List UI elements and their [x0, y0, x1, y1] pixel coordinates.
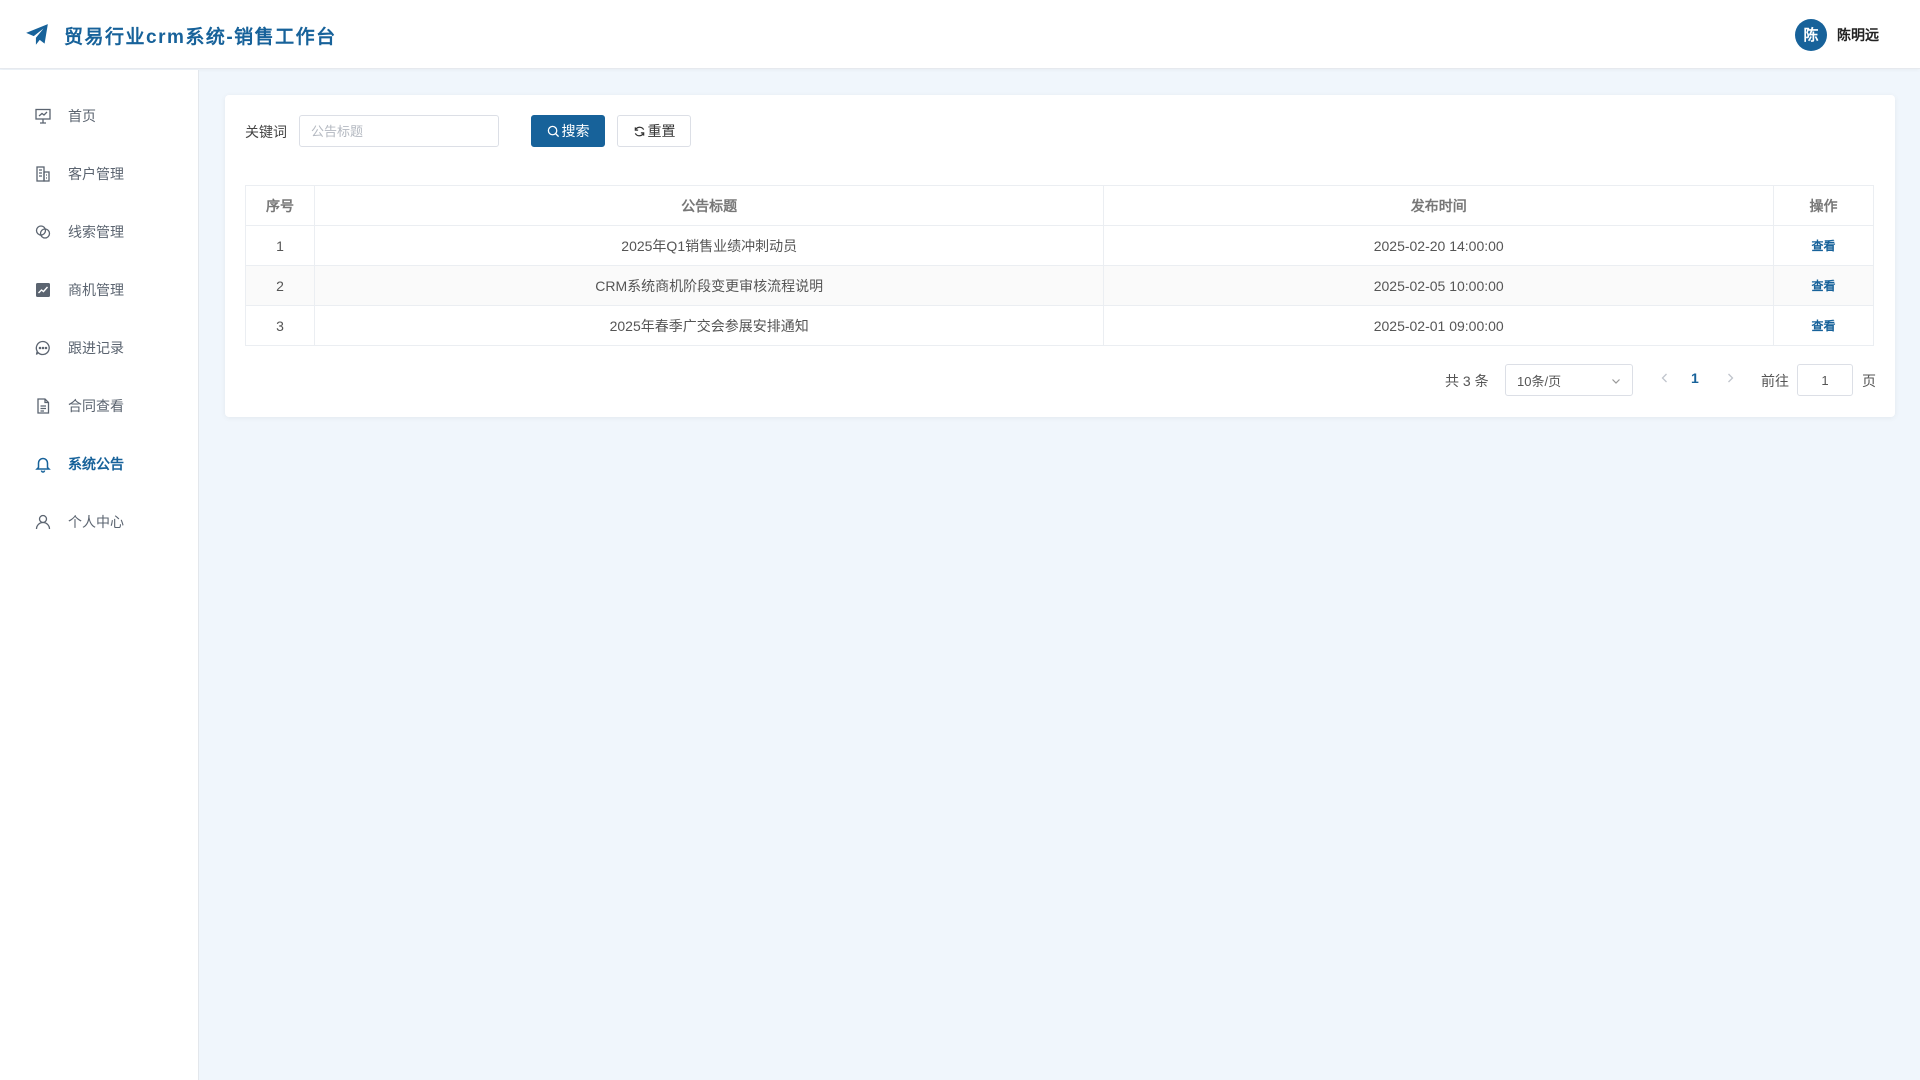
row-index: 1 — [245, 225, 315, 266]
table-row: 3 2025年春季广交会参展安排通知 2025-02-01 09:00:00 查… — [245, 305, 1874, 346]
chat-icon — [35, 340, 50, 356]
row-action-cell: 查看 — [1773, 305, 1874, 346]
document-icon — [37, 398, 50, 414]
keyword-label: 关键词 — [245, 124, 287, 140]
app-title: 贸易行业crm系统-销售工作台 — [64, 26, 337, 48]
sidebar-item-contracts[interactable]: 合同查看 — [0, 386, 199, 426]
sidebar-item-opportunities[interactable]: 商机管理 — [0, 270, 199, 310]
header-action: 操作 — [1773, 185, 1874, 226]
sidebar-item-label: 系统公告 — [68, 456, 124, 472]
paper-plane-icon — [26, 24, 48, 45]
reset-button[interactable]: 重置 — [617, 115, 691, 147]
bell-icon — [35, 457, 51, 473]
header-index: 序号 — [245, 185, 315, 226]
building-icon — [36, 166, 50, 182]
view-link[interactable]: 查看 — [1812, 279, 1836, 293]
sidebar-item-label: 合同查看 — [68, 398, 124, 414]
avatar[interactable]: 陈 — [1795, 18, 1827, 51]
view-link[interactable]: 查看 — [1812, 239, 1836, 253]
row-time: 2025-02-05 10:00:00 — [1103, 265, 1775, 306]
page-size-value: 10条/页 — [1517, 373, 1562, 389]
page-number-current[interactable]: 1 — [1691, 370, 1699, 386]
sidebar-item-label: 跟进记录 — [68, 340, 124, 356]
chart-icon — [36, 283, 50, 297]
row-time: 2025-02-01 09:00:00 — [1103, 305, 1775, 346]
announcement-table: 序号 公告标题 发布时间 操作 1 2025年Q1销售业绩冲刺动员 2025-0… — [245, 185, 1874, 346]
chevron-down-icon — [1612, 379, 1620, 384]
header-time: 发布时间 — [1103, 185, 1775, 226]
row-title: CRM系统商机阶段变更审核流程说明 — [313, 265, 1105, 306]
sidebar-item-leads[interactable]: 线索管理 — [0, 212, 199, 252]
sidebar-item-customers[interactable]: 客户管理 — [0, 154, 199, 194]
row-time: 2025-02-20 14:00:00 — [1103, 225, 1775, 266]
pagination-total: 共 3 条 — [1445, 373, 1489, 389]
view-link[interactable]: 查看 — [1812, 319, 1836, 333]
sidebar: 首页 客户管理 线索管理 商机管理 跟进记录 合同查看 系统公告 个人中心 — [0, 70, 199, 1080]
table-row: 1 2025年Q1销售业绩冲刺动员 2025-02-20 14:00:00 查看 — [245, 225, 1874, 266]
sidebar-item-label: 商机管理 — [68, 282, 124, 298]
row-index: 2 — [245, 265, 315, 306]
user-menu[interactable]: 陈 陈明远 — [1795, 18, 1879, 51]
header-title: 公告标题 — [313, 185, 1105, 226]
table-header-row: 序号 公告标题 发布时间 操作 — [245, 185, 1874, 226]
row-title: 2025年春季广交会参展安排通知 — [313, 305, 1105, 346]
page-size-select[interactable]: 10条/页 — [1505, 364, 1633, 396]
table-row: 2 CRM系统商机阶段变更审核流程说明 2025-02-05 10:00:00 … — [245, 265, 1874, 306]
sidebar-item-label: 首页 — [68, 108, 96, 124]
search-icon — [547, 125, 559, 137]
search-button-label: 搜索 — [561, 123, 590, 139]
sidebar-item-followups[interactable]: 跟进记录 — [0, 328, 199, 368]
page-suffix: 页 — [1862, 373, 1876, 389]
search-button[interactable]: 搜索 — [531, 115, 605, 147]
brand[interactable]: 贸易行业crm系统-销售工作台 — [24, 21, 337, 49]
user-icon — [35, 514, 51, 530]
goto-page-input[interactable] — [1797, 364, 1853, 396]
sidebar-item-announcements[interactable]: 系统公告 — [0, 444, 199, 484]
goto-label: 前往 — [1761, 373, 1789, 389]
reset-button-label: 重置 — [647, 123, 676, 139]
row-index: 3 — [245, 305, 315, 346]
sidebar-item-label: 线索管理 — [68, 224, 124, 240]
announcement-panel: 关键词 搜索 重置 序号 公告标题 发布时间 操作 1 2025年Q1销售业绩冲… — [225, 95, 1895, 417]
refresh-icon — [634, 126, 644, 136]
sidebar-item-label: 客户管理 — [68, 166, 124, 182]
sidebar-item-home[interactable]: 首页 — [0, 96, 199, 136]
next-page-icon[interactable] — [1723, 371, 1737, 385]
keyword-input[interactable] — [299, 115, 499, 147]
sidebar-item-label: 个人中心 — [68, 514, 124, 530]
row-action-cell: 查看 — [1773, 225, 1874, 266]
link-icon — [35, 225, 51, 239]
top-header: 贸易行业crm系统-销售工作台 陈 陈明远 — [0, 0, 1920, 69]
dashboard-icon — [35, 108, 51, 124]
sidebar-item-profile[interactable]: 个人中心 — [0, 502, 199, 542]
username[interactable]: 陈明远 — [1837, 25, 1879, 45]
row-action-cell: 查看 — [1773, 265, 1874, 306]
prev-page-icon[interactable] — [1658, 371, 1672, 385]
row-title: 2025年Q1销售业绩冲刺动员 — [313, 225, 1105, 266]
